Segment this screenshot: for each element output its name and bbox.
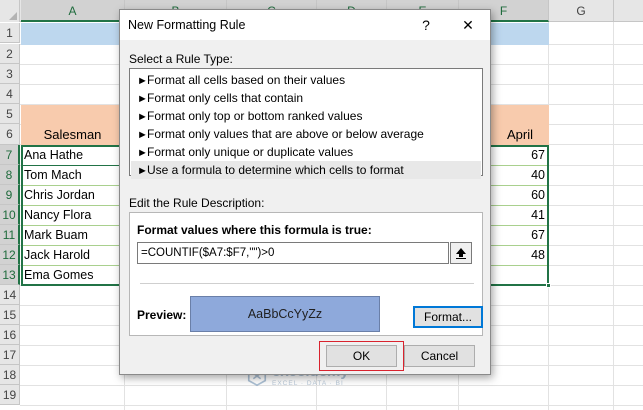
rule-type-label: Format only values that are above or bel… [147, 127, 424, 141]
grid-line [613, 22, 614, 410]
rule-type-label: Format only unique or duplicate values [147, 145, 354, 159]
cell-salesman[interactable]: Chris Jordan [21, 185, 124, 205]
cell-salesman[interactable]: Ema Gomes [21, 265, 124, 285]
row-header-8[interactable]: 8 [0, 165, 20, 185]
cell-april[interactable]: 48 [491, 245, 548, 265]
cell-salesman[interactable]: Nancy Flora [21, 205, 124, 225]
rule-type-item[interactable]: ►Format only unique or duplicate values [131, 143, 481, 161]
arrow-bullet-icon: ► [137, 111, 148, 123]
row-header-2[interactable]: 2 [0, 44, 20, 64]
rule-type-item[interactable]: ►Format only cells that contain [131, 89, 481, 107]
formula-label: Format values where this formula is true… [137, 223, 372, 237]
column-header-g[interactable]: G [549, 0, 614, 22]
rule-type-label: Format only cells that contain [147, 91, 304, 105]
cell-salesman[interactable]: Mark Buam [21, 225, 124, 245]
format-preview: AaBbCcYyZz [190, 296, 380, 332]
arrow-bullet-icon: ► [137, 75, 148, 87]
select-all-corner[interactable] [0, 0, 20, 22]
arrow-bullet-icon: ► [137, 93, 148, 105]
cell-salesman[interactable]: Jack Harold [21, 245, 124, 265]
select-rule-type-label: Select a Rule Type: [129, 52, 233, 66]
row-header-6[interactable]: 6 [0, 124, 20, 145]
rule-type-item[interactable]: ►Format only top or bottom ranked values [131, 107, 481, 125]
header-april[interactable]: April [491, 125, 549, 145]
ok-button[interactable]: OK [326, 345, 397, 367]
row-header-16[interactable]: 16 [0, 325, 20, 345]
collapse-arrow-icon [456, 248, 466, 259]
collapse-dialog-button[interactable] [450, 242, 472, 264]
row-header-1[interactable]: 1 [0, 23, 20, 43]
row-header-13[interactable]: 13 [0, 265, 20, 285]
cell-salesman[interactable]: Ana Hathe [21, 145, 124, 165]
preview-label: Preview: [137, 308, 187, 322]
row-header-3[interactable]: 3 [0, 64, 20, 84]
fill-handle[interactable] [546, 283, 551, 288]
formula-input[interactable]: =COUNTIF($A7:$F7,"")>0 [137, 242, 449, 264]
format-button[interactable]: Format... [413, 306, 483, 328]
dialog-title: New Formatting Rule [128, 18, 246, 32]
row-header-5[interactable]: 5 [0, 104, 20, 124]
row-header-11[interactable]: 11 [0, 225, 20, 245]
rule-type-item-selected[interactable]: ►Use a formula to determine which cells … [131, 161, 481, 179]
row-header-14[interactable]: 14 [0, 285, 20, 305]
row-header-4[interactable]: 4 [0, 84, 20, 104]
rule-type-label: Use a formula to determine which cells t… [147, 163, 404, 177]
grid-line [20, 405, 643, 406]
cell-april[interactable]: 60 [491, 185, 548, 205]
row-header-19[interactable]: 19 [0, 385, 20, 405]
close-button[interactable]: ✕ [457, 15, 479, 35]
rule-type-list[interactable]: ►Format all cells based on their values … [129, 68, 483, 179]
cancel-button[interactable]: Cancel [404, 345, 475, 367]
arrow-bullet-icon: ► [137, 165, 148, 177]
rule-type-label: Format all cells based on their values [147, 73, 346, 87]
divider [140, 283, 474, 284]
grid-line [548, 22, 549, 410]
arrow-bullet-icon: ► [137, 129, 148, 141]
column-header-a[interactable]: A [21, 0, 125, 22]
cell-april[interactable]: 67 [491, 225, 548, 245]
cell-april[interactable] [491, 265, 548, 285]
help-button[interactable]: ? [418, 15, 434, 35]
rule-type-item[interactable]: ►Format only values that are above or be… [131, 125, 481, 143]
row-header-17[interactable]: 17 [0, 345, 20, 365]
rule-type-item[interactable]: ►Format all cells based on their values [131, 71, 481, 89]
row-header-18[interactable]: 18 [0, 365, 20, 385]
row-header-12[interactable]: 12 [0, 245, 20, 265]
new-formatting-rule-dialog: New Formatting Rule ? ✕ Select a Rule Ty… [119, 9, 491, 375]
dialog-titlebar[interactable]: New Formatting Rule ? ✕ [120, 10, 490, 40]
row-header-10[interactable]: 10 [0, 205, 20, 225]
rule-description-box: Format values where this formula is true… [129, 212, 483, 336]
cell-april[interactable]: 40 [491, 165, 548, 185]
arrow-bullet-icon: ► [137, 147, 148, 159]
rule-type-label: Format only top or bottom ranked values [147, 109, 363, 123]
cell-salesman[interactable]: Tom Mach [21, 165, 124, 185]
header-salesman[interactable]: Salesman [21, 125, 124, 145]
row-header-7[interactable]: 7 [0, 145, 20, 165]
cell-april[interactable]: 67 [491, 145, 548, 165]
edit-description-label: Edit the Rule Description: [129, 196, 265, 210]
row-header-9[interactable]: 9 [0, 185, 20, 205]
cell-april[interactable]: 41 [491, 205, 548, 225]
row-header-15[interactable]: 15 [0, 305, 20, 325]
watermark-tagline: EXCEL · DATA · BI [272, 380, 344, 387]
